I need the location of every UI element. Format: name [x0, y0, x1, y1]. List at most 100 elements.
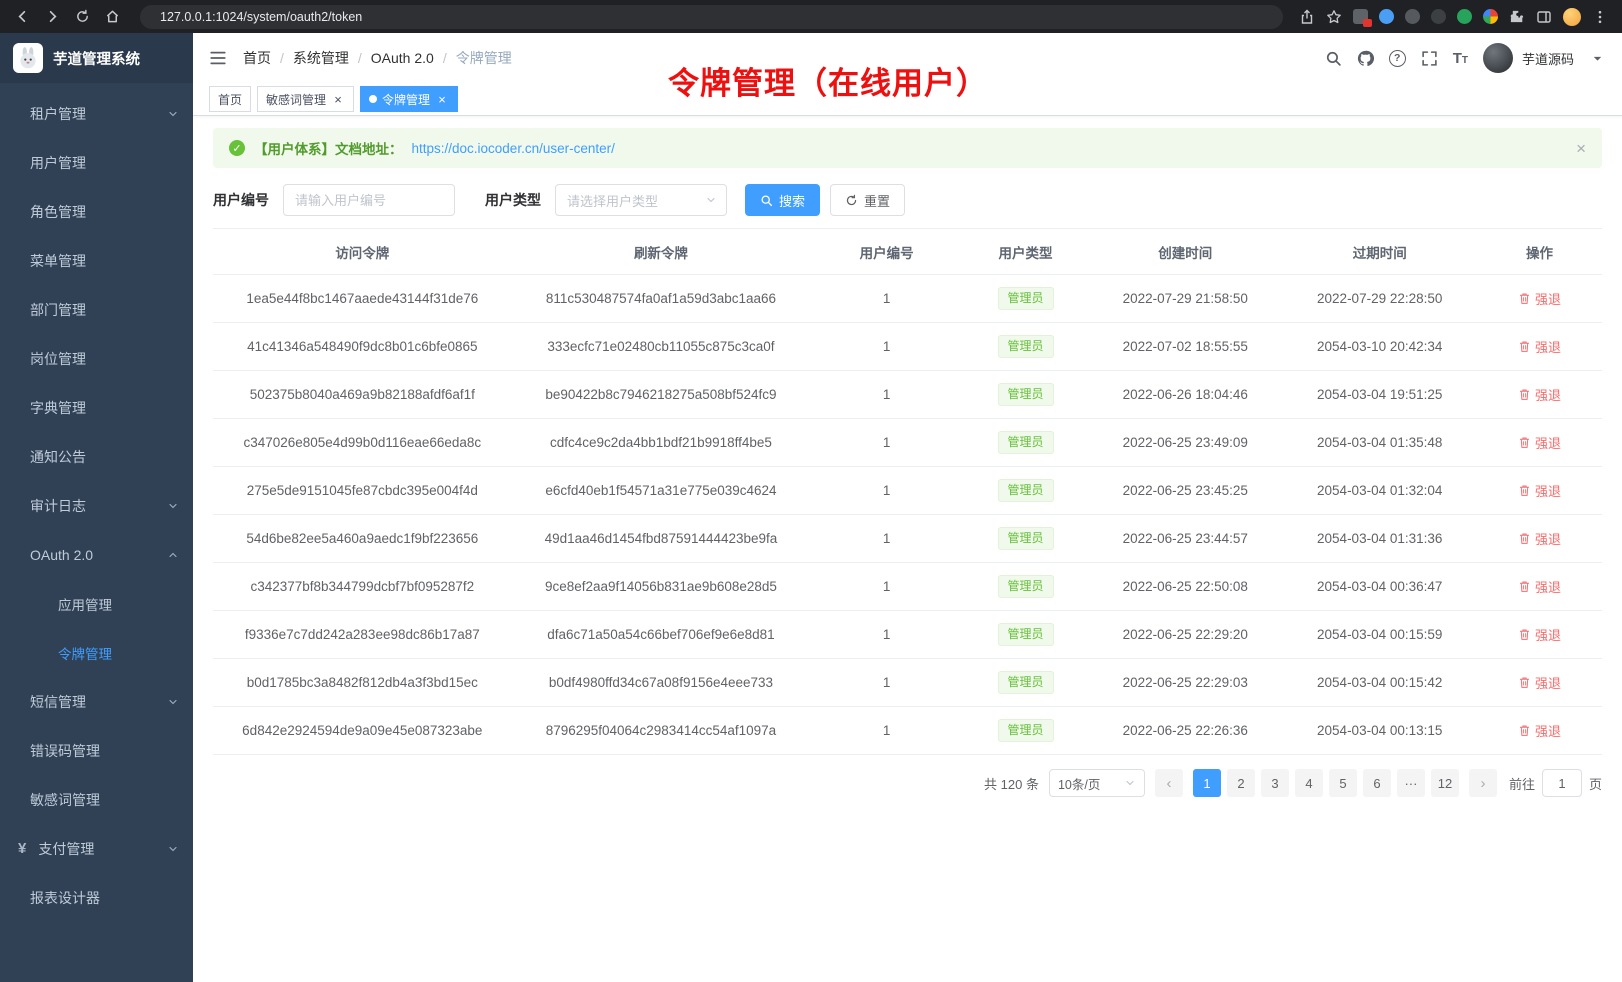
access-token-cell: 54d6be82ee5a460a9aedc1f9bf223656 [213, 515, 512, 563]
force-logout-button[interactable]: 强退 [1518, 721, 1561, 740]
back-button[interactable] [10, 5, 34, 29]
reset-button[interactable]: 重置 [830, 184, 905, 216]
sidebar-item-notice[interactable]: 通知公告 [0, 432, 193, 481]
sidebar-item-role[interactable]: 角色管理 [0, 187, 193, 236]
sidebar-item-menu[interactable]: 菜单管理 [0, 236, 193, 285]
side-panel-icon[interactable] [1536, 9, 1552, 25]
user-type-badge: 管理员 [998, 479, 1054, 503]
active-dot-icon [369, 95, 377, 103]
alert-text: 【用户体系】文档地址： [254, 138, 403, 158]
extension-icon[interactable] [1405, 9, 1420, 24]
breadcrumb-item[interactable]: 系统管理 [293, 48, 349, 68]
page-button-1[interactable]: 1 [1193, 769, 1221, 797]
next-page-button[interactable]: › [1469, 769, 1497, 797]
expire-time-cell: 2054-03-04 00:36:47 [1282, 563, 1476, 611]
extension-icon[interactable] [1457, 9, 1472, 24]
breadcrumb-separator: / [280, 50, 284, 66]
tab-token[interactable]: 令牌管理× [360, 86, 458, 112]
user-id-cell: 1 [810, 419, 963, 467]
sidebar-item-oauth2[interactable]: OAuth 2.0 [0, 530, 193, 579]
force-logout-button[interactable]: 强退 [1518, 337, 1561, 356]
app-logo[interactable]: 芋道管理系统 [0, 33, 193, 83]
browser-menu-icon[interactable] [1592, 9, 1608, 25]
collapse-sidebar-button[interactable] [209, 49, 227, 67]
sidebar-item-tenant[interactable]: 租户管理 [0, 89, 193, 138]
sidebar-item-oauth2-app[interactable]: 应用管理 [0, 579, 193, 628]
sidebar-item-report-designer[interactable]: 报表设计器 [0, 873, 193, 922]
font-size-icon[interactable]: TT [1453, 51, 1468, 66]
github-icon[interactable] [1357, 50, 1374, 67]
page-button-3[interactable]: 3 [1261, 769, 1289, 797]
extension-icon[interactable] [1379, 9, 1394, 24]
force-logout-label: 强退 [1535, 577, 1561, 596]
extension-icon[interactable] [1483, 9, 1498, 24]
force-logout-button[interactable]: 强退 [1518, 577, 1561, 596]
close-icon[interactable]: × [435, 92, 449, 106]
user-type-label: 用户类型 [485, 190, 541, 210]
share-icon[interactable] [1299, 9, 1315, 25]
sidebar-item-post[interactable]: 岗位管理 [0, 334, 193, 383]
page-size-select[interactable]: 10条/页 [1049, 769, 1145, 797]
sidebar-item-sensitive-word[interactable]: 敏感词管理 [0, 775, 193, 824]
forward-button[interactable] [40, 5, 64, 29]
page-button-4[interactable]: 4 [1295, 769, 1323, 797]
prev-page-button[interactable]: ‹ [1155, 769, 1183, 797]
force-logout-button[interactable]: 强退 [1518, 673, 1561, 692]
caret-down-icon[interactable] [1589, 50, 1606, 67]
user-type-select[interactable]: 请选择用户类型 [555, 184, 727, 216]
extension-icon[interactable] [1431, 9, 1446, 24]
force-logout-button[interactable]: 强退 [1518, 625, 1561, 644]
sidebar-item-dept[interactable]: 部门管理 [0, 285, 193, 334]
page-button-6[interactable]: 6 [1363, 769, 1391, 797]
sidebar-item-pay[interactable]: ¥支付管理 [0, 824, 193, 873]
access-token-cell: f9336e7c7dd242a283ee98dc86b17a87 [213, 611, 512, 659]
close-icon[interactable]: × [331, 92, 345, 106]
user-type-cell: 管理员 [963, 707, 1088, 755]
bookmark-star-icon[interactable] [1326, 9, 1342, 25]
sidebar-item-dict[interactable]: 字典管理 [0, 383, 193, 432]
force-logout-button[interactable]: 强退 [1518, 433, 1561, 452]
user-type-badge: 管理员 [998, 575, 1054, 599]
address-bar[interactable]: 127.0.0.1:1024/system/oauth2/token [140, 5, 1283, 29]
search-button[interactable]: 搜索 [745, 184, 820, 216]
trash-icon [1518, 436, 1531, 449]
expire-time-cell: 2054-03-04 01:35:48 [1282, 419, 1476, 467]
browser-profile-avatar[interactable] [1563, 8, 1581, 26]
force-logout-button[interactable]: 强退 [1518, 289, 1561, 308]
breadcrumb-item[interactable]: 首页 [243, 48, 271, 68]
sidebar-item-audit-log[interactable]: 审计日志 [0, 481, 193, 530]
app-title: 芋道管理系统 [53, 48, 140, 69]
alert-close-icon[interactable]: × [1576, 140, 1586, 157]
puzzle-icon[interactable] [1509, 9, 1525, 25]
breadcrumb-item[interactable]: OAuth 2.0 [371, 50, 434, 66]
search-icon[interactable] [1325, 50, 1342, 67]
page-button-12[interactable]: 12 [1431, 769, 1459, 797]
table-row: 41c41346a548490f9dc8b01c6bfe0865333ecfc7… [213, 323, 1602, 371]
force-logout-button[interactable]: 强退 [1518, 529, 1561, 548]
user-id-input[interactable] [283, 184, 455, 216]
total-count: 共 120 条 [984, 774, 1039, 793]
sidebar-item-user[interactable]: 用户管理 [0, 138, 193, 187]
fullscreen-icon[interactable] [1421, 50, 1438, 67]
help-icon[interactable]: ? [1389, 50, 1406, 67]
more-pages-button[interactable]: ··· [1397, 769, 1425, 797]
goto-page-input[interactable] [1542, 769, 1582, 797]
refresh-token-cell: 49d1aa46d1454fbd87591444423be9fa [512, 515, 811, 563]
reload-button[interactable] [70, 5, 94, 29]
username[interactable]: 芋道源码 [1522, 49, 1574, 68]
sidebar-item-error-code[interactable]: 错误码管理 [0, 726, 193, 775]
force-logout-button[interactable]: 强退 [1518, 385, 1561, 404]
extension-icon[interactable] [1353, 9, 1368, 24]
force-logout-button[interactable]: 强退 [1518, 481, 1561, 500]
sidebar-item-sms[interactable]: 短信管理 [0, 677, 193, 726]
user-type-cell: 管理员 [963, 371, 1088, 419]
tab-sensitive-word[interactable]: 敏感词管理× [257, 86, 354, 112]
user-avatar[interactable] [1483, 43, 1513, 73]
sidebar-item-oauth2-token[interactable]: 令牌管理 [0, 628, 193, 677]
page-button-5[interactable]: 5 [1329, 769, 1357, 797]
doc-link[interactable]: https://doc.iocoder.cn/user-center/ [412, 141, 615, 156]
home-button[interactable] [100, 5, 124, 29]
tab-home[interactable]: 首页 [209, 86, 251, 112]
refresh-token-cell: 333ecfc71e02480cb11055c875c3ca0f [512, 323, 811, 371]
page-button-2[interactable]: 2 [1227, 769, 1255, 797]
